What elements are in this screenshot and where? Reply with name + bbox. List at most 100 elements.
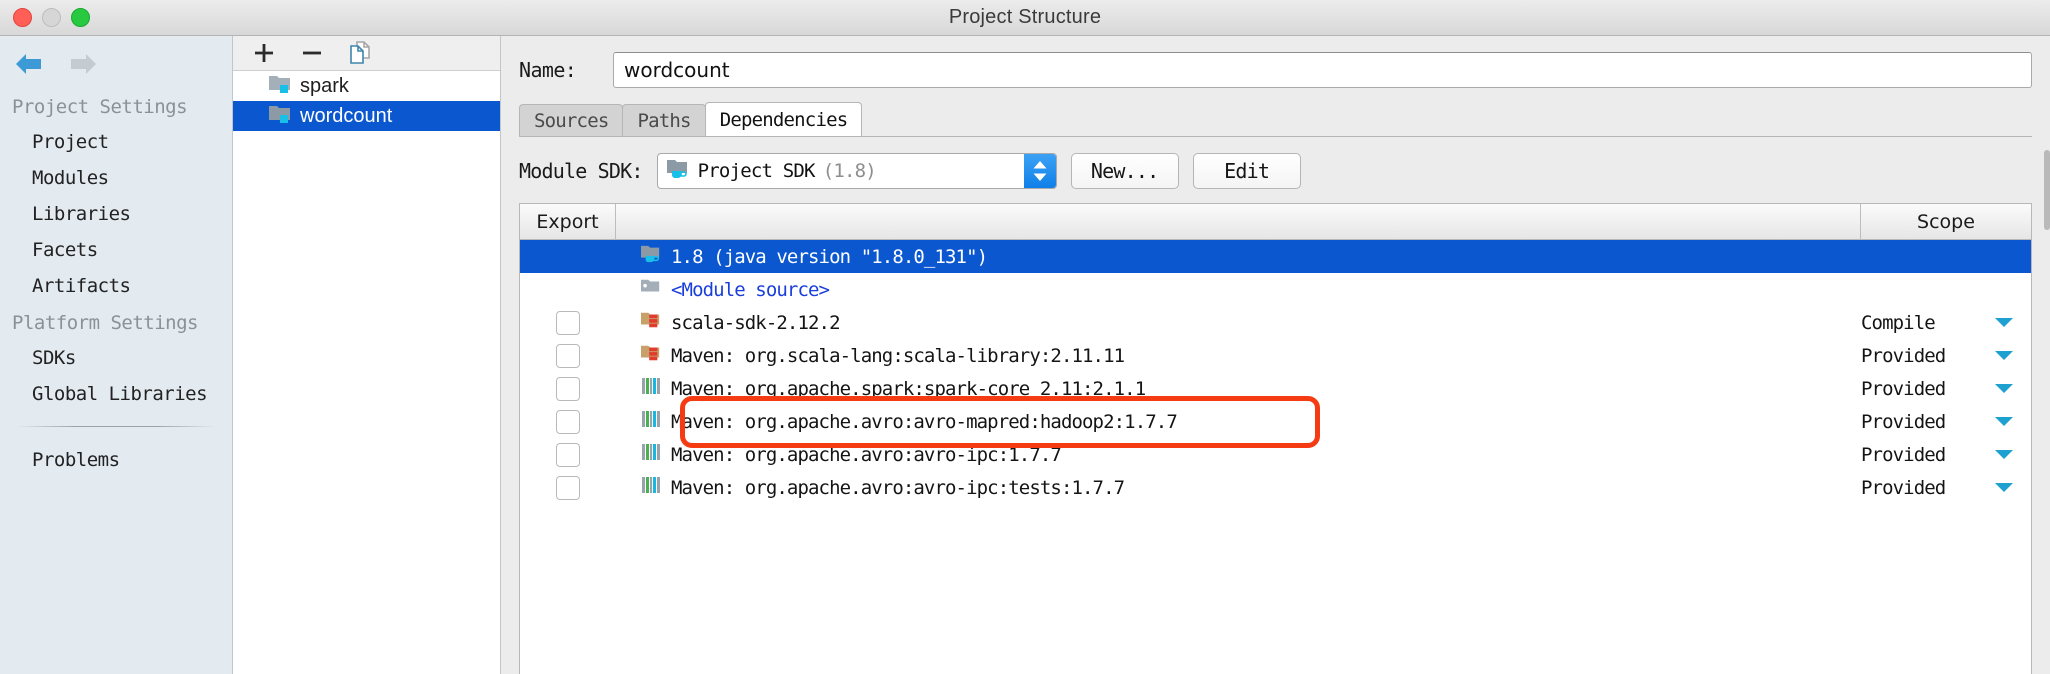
scope-cell[interactable]: Provided: [1861, 345, 2031, 367]
module-sdk-label: Module SDK:: [519, 159, 643, 183]
table-row[interactable]: Maven: org.apache.spark:spark-core_2.11:…: [520, 372, 2031, 405]
module-tabs: Sources Paths Dependencies: [519, 102, 2050, 136]
table-row[interactable]: Maven: org.apache.avro:avro-mapred:hadoo…: [520, 405, 2031, 438]
copy-module-button[interactable]: [347, 40, 373, 66]
dependencies-table: Export Scope: [519, 203, 2032, 674]
table-row[interactable]: 1.8 (java version "1.8.0_131"): [520, 240, 2031, 273]
dependencies-table-body[interactable]: 1.8 (java version "1.8.0_131"): [520, 240, 2031, 674]
table-row[interactable]: Maven: org.apache.avro:avro-ipc:1.7.7 Pr…: [520, 438, 2031, 471]
table-row[interactable]: <Module source>: [520, 273, 2031, 306]
dependency-name-cell: 1.8 (java version "1.8.0_131"): [616, 244, 1861, 269]
sidebar-item-project[interactable]: Project: [0, 124, 232, 160]
dependency-name-cell: Maven: org.apache.avro:avro-mapred:hadoo…: [616, 409, 1861, 434]
add-module-button[interactable]: [251, 40, 277, 66]
dependency-name-cell: Maven: org.apache.spark:spark-core_2.11:…: [616, 376, 1861, 401]
dependency-name: Maven: org.apache.spark:spark-core_2.11:…: [671, 378, 1145, 400]
export-cell[interactable]: [520, 443, 616, 467]
sidebar-item-sdks[interactable]: SDKs: [0, 340, 232, 376]
scrollbar-thumb[interactable]: [2044, 150, 2050, 230]
module-sdk-select[interactable]: Project SDK (1.8): [657, 153, 1057, 189]
module-source-icon: [640, 277, 662, 302]
export-checkbox[interactable]: [556, 311, 580, 335]
scope-value: Provided: [1861, 444, 1945, 466]
sidebar-item-facets[interactable]: Facets: [0, 232, 232, 268]
tab-sources[interactable]: Sources: [519, 104, 623, 136]
scope-cell[interactable]: Provided: [1861, 411, 2031, 433]
module-list-item-spark[interactable]: spark: [233, 71, 500, 101]
dependency-name: Maven: org.apache.avro:avro-ipc:1.7.7: [671, 444, 1061, 466]
arrow-left-icon[interactable]: [12, 50, 46, 78]
export-cell[interactable]: [520, 344, 616, 368]
jdk-folder-icon: [666, 158, 690, 185]
scala-sdk-icon: [640, 310, 662, 335]
tab-dependencies[interactable]: Dependencies: [705, 102, 863, 136]
export-cell[interactable]: [520, 410, 616, 434]
export-checkbox[interactable]: [556, 443, 580, 467]
new-sdk-button[interactable]: New...: [1071, 153, 1179, 189]
dependency-name-cell: <Module source>: [616, 277, 1861, 302]
scope-value: Provided: [1861, 411, 1945, 433]
remove-module-button[interactable]: [299, 40, 325, 66]
chevron-down-icon[interactable]: [1995, 318, 2013, 327]
module-name-row: Name: wordcount: [501, 36, 2050, 88]
project-structure-window: Project Structure Project Settings Pro: [0, 0, 2050, 674]
module-sdk-value: Project SDK: [698, 160, 815, 182]
chevron-down-icon[interactable]: [1995, 483, 2013, 492]
export-checkbox[interactable]: [556, 344, 580, 368]
sidebar-group-platform-settings: Platform Settings SDKs Global Libraries: [0, 304, 232, 412]
module-sdk-version: (1.8): [823, 160, 876, 182]
arrow-right-icon[interactable]: [66, 50, 100, 78]
module-list-item-wordcount[interactable]: wordcount: [233, 101, 500, 131]
dependencies-table-header: Export Scope: [520, 204, 2031, 240]
table-row[interactable]: Maven: org.apache.avro:avro-ipc:tests:1.…: [520, 471, 2031, 504]
table-row[interactable]: Maven: org.scala-lang:scala-library:2.11…: [520, 339, 2031, 372]
sidebar-nav-arrows: [0, 36, 232, 88]
dependency-name: <Module source>: [671, 279, 829, 301]
chevron-down-icon[interactable]: [1995, 450, 2013, 459]
table-vertical-scrollbar[interactable]: [2044, 0, 2050, 674]
sidebar-item-global-libraries[interactable]: Global Libraries: [0, 376, 232, 412]
export-cell[interactable]: [520, 377, 616, 401]
dependency-name: Maven: org.apache.avro:avro-mapred:hadoo…: [671, 411, 1177, 433]
scope-value: Compile: [1861, 312, 1935, 334]
scope-cell[interactable]: Provided: [1861, 477, 2031, 499]
dependency-name-cell: Maven: org.scala-lang:scala-library:2.11…: [616, 343, 1861, 368]
module-list-item-label: wordcount: [300, 105, 392, 128]
table-row[interactable]: scala-sdk-2.12.2 Compile: [520, 306, 2031, 339]
export-checkbox[interactable]: [556, 377, 580, 401]
sidebar-item-problems[interactable]: Problems: [0, 433, 232, 478]
column-header-scope[interactable]: Scope: [1861, 204, 2031, 239]
module-sdk-stepper[interactable]: [1024, 154, 1056, 188]
edit-sdk-button[interactable]: Edit: [1193, 153, 1301, 189]
module-name-input[interactable]: wordcount: [613, 52, 2032, 88]
sidebar-divider: [16, 426, 216, 427]
chevron-down-icon[interactable]: [1995, 351, 2013, 360]
window-title: Project Structure: [0, 6, 2050, 29]
tab-paths[interactable]: Paths: [622, 104, 705, 136]
scope-value: Provided: [1861, 477, 1945, 499]
module-name-label: Name:: [519, 58, 599, 82]
export-cell[interactable]: [520, 311, 616, 335]
settings-sidebar: Project Settings Project Modules Librari…: [0, 36, 233, 674]
dependencies-tab-panel: Module SDK: Project SDK (1.8): [501, 137, 2050, 674]
chevron-down-icon[interactable]: [1995, 384, 2013, 393]
sidebar-item-libraries[interactable]: Libraries: [0, 196, 232, 232]
scope-cell[interactable]: Provided: [1861, 444, 2031, 466]
module-sdk-row: Module SDK: Project SDK (1.8): [519, 137, 2032, 203]
sidebar-item-artifacts[interactable]: Artifacts: [0, 268, 232, 304]
module-list-panel: spark wordcount: [233, 36, 501, 674]
export-checkbox[interactable]: [556, 476, 580, 500]
export-checkbox[interactable]: [556, 410, 580, 434]
sidebar-item-modules[interactable]: Modules: [0, 160, 232, 196]
chevron-down-icon[interactable]: [1995, 417, 2013, 426]
column-header-name[interactable]: [616, 204, 1861, 239]
module-detail-panel: Name: wordcount Sources Paths Dependenci…: [501, 36, 2050, 674]
maven-library-icon: [640, 475, 662, 500]
dependency-name-cell: scala-sdk-2.12.2: [616, 310, 1861, 335]
scope-cell[interactable]: Provided: [1861, 378, 2031, 400]
maven-library-icon: [640, 376, 662, 401]
scope-cell[interactable]: Compile: [1861, 312, 2031, 334]
export-cell[interactable]: [520, 476, 616, 500]
jdk-folder-icon: [640, 244, 662, 269]
column-header-export[interactable]: Export: [520, 204, 616, 239]
